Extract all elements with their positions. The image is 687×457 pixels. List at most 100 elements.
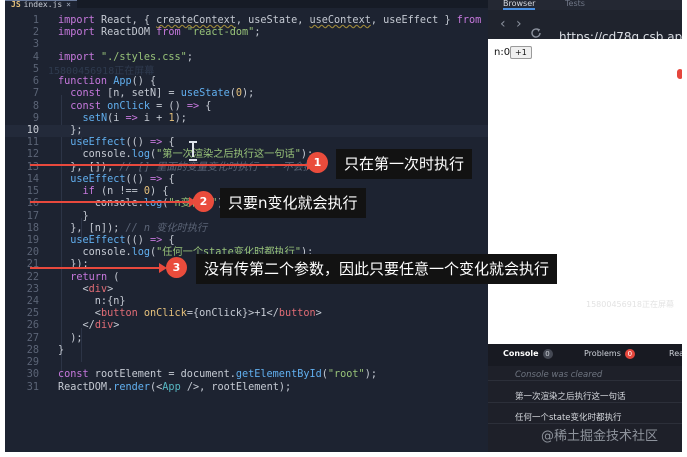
code-text: useEffect(() => {: [70, 234, 175, 246]
annotation-badge-2: 2: [193, 191, 214, 212]
tab-console-label: Console: [503, 349, 539, 358]
code-text: console.log("第一次渲染之后执行这一句话");: [58, 149, 314, 161]
console-tab-bar: Console 0 Problems 0 Rea: [488, 344, 682, 366]
tab-tests[interactable]: Tests: [565, 0, 585, 10]
console-count-badge: 0: [542, 349, 553, 359]
code-line[interactable]: 8 const onClick = () => {: [5, 101, 488, 113]
tab-react[interactable]: Rea: [669, 349, 682, 358]
code-text: <div>: [58, 283, 114, 295]
code-line[interactable]: 1 import React, { createContext, useState…: [5, 15, 488, 27]
code-text: };: [58, 124, 83, 136]
code-line[interactable]: 18 }, [n]); // n 变化时执行: [5, 223, 488, 235]
code-line[interactable]: 23 <div>: [5, 284, 488, 296]
line-number: 4: [32, 51, 39, 63]
problems-count-badge: 0: [624, 349, 635, 359]
close-tab-icon[interactable]: ×: [66, 1, 71, 8]
line-number: 1: [32, 15, 39, 26]
right-frame-edge: [682, 0, 687, 457]
line-number: 8: [32, 100, 39, 112]
line-number: 17: [26, 210, 39, 222]
line-number: 6: [32, 76, 39, 88]
forward-arrow-icon[interactable]: ›: [516, 17, 522, 31]
annotation-arrow-1: [30, 160, 315, 170]
tab-problems-label: Problems: [584, 349, 621, 358]
console-log-row: 任何一个state变化时都执行: [488, 411, 682, 424]
code-text: import "./styles.css";: [58, 51, 193, 63]
line-number: 11: [26, 137, 39, 149]
tab-problems[interactable]: Problems 0: [584, 349, 635, 359]
code-line[interactable]: 5: [5, 64, 488, 76]
javascript-file-icon: JS: [11, 0, 21, 8]
code-line[interactable]: 28}: [5, 345, 488, 357]
line-number: 10: [26, 124, 39, 136]
line-number: 22: [26, 271, 39, 283]
code-line[interactable]: 27 );: [5, 333, 488, 345]
line-number: 21: [26, 259, 39, 271]
code-text: }, [n]); // n 变化时执行: [58, 222, 208, 234]
code-text: );: [58, 332, 83, 344]
code-line[interactable]: 31 ReactDOM.render(<App />, rootElement);: [5, 382, 488, 394]
line-number: 15: [26, 186, 39, 198]
annotation-note-2: 只要n变化就会执行: [220, 188, 366, 218]
code-editor[interactable]: JS index.js × 15800456918正在屏幕 1 import Reac…: [5, 0, 488, 452]
line-number: 2: [32, 27, 39, 39]
code-line[interactable]: 7 const [n, setN] = useState(0);: [5, 88, 488, 100]
code-text: });: [58, 259, 89, 271]
line-number: 3: [32, 39, 39, 51]
code-line[interactable]: 11 useEffect(() => {: [5, 137, 488, 149]
browser-tab-bar: Browser Tests: [488, 0, 682, 10]
annotation-badge-3: 3: [166, 257, 187, 278]
code-line[interactable]: 19 useEffect(() => {: [5, 235, 488, 247]
file-tab-index-js[interactable]: JS index.js ×: [5, 0, 77, 8]
tab-console[interactable]: Console 0: [503, 349, 553, 359]
site-watermark: @稀土掘金技术社区: [541, 429, 659, 444]
line-number: 30: [26, 369, 39, 381]
line-number: 18: [26, 222, 39, 234]
file-tab-label: index.js: [23, 0, 63, 8]
console-cleared-message: Console was cleared: [488, 370, 682, 381]
line-number: 9: [32, 112, 39, 124]
line-number: 26: [26, 320, 39, 332]
line-number: 20: [26, 247, 39, 259]
line-number: 29: [26, 357, 39, 369]
browser-pane: Browser Tests ‹ › https://cd78q.csb.app/…: [488, 0, 682, 452]
annotation-badge-1: 1: [307, 152, 328, 173]
code-text: }: [58, 210, 89, 222]
line-number: 24: [26, 296, 39, 308]
tab-browser[interactable]: Browser: [503, 0, 536, 10]
code-line[interactable]: 25 <button onClick={onClick}>+1</button>: [5, 308, 488, 320]
url-bar: ‹ › https://cd78q.csb.app/: [488, 10, 682, 44]
annotation-arrow-2: [30, 197, 197, 207]
code-line[interactable]: 2 import ReactDOM from "react-dom";: [5, 27, 488, 39]
line-number: 19: [26, 234, 39, 246]
line-number: 23: [26, 283, 39, 295]
reload-icon[interactable]: [530, 27, 542, 39]
line-number: 28: [26, 344, 39, 356]
line-number: 25: [26, 308, 39, 320]
code-line[interactable]: 6 function App() {: [5, 76, 488, 88]
code-line[interactable]: 30 const rootElement = document.getElemen…: [5, 369, 488, 381]
code-line[interactable]: 26 </div>: [5, 320, 488, 332]
code-line[interactable]: 10 };: [5, 124, 488, 138]
back-arrow-icon[interactable]: ‹: [500, 17, 506, 31]
line-number: 31: [26, 381, 39, 393]
code-text: <button onClick={onClick}>+1</button>: [58, 308, 322, 320]
code-line[interactable]: 24 n:{n}: [5, 296, 488, 308]
code-text: return (: [70, 271, 120, 283]
console-log-row: 第一次渲染之后执行这一句话: [488, 390, 682, 403]
code-line[interactable]: 4 import "./styles.css";: [5, 52, 488, 64]
line-number: 7: [32, 88, 39, 100]
annotation-arrow-3: [30, 263, 167, 273]
line-number: 27: [26, 332, 39, 344]
code-line[interactable]: 9 setN(i => i + 1);: [5, 113, 488, 125]
preview-watermark: 15800456918正在屏幕: [586, 300, 674, 309]
increment-button[interactable]: +1: [510, 46, 532, 59]
code-line[interactable]: 29: [5, 357, 488, 369]
code-text: function App() {: [58, 76, 157, 88]
code-text: setN(i => i + 1);: [82, 112, 187, 124]
code-text: n:{n}: [58, 296, 126, 308]
annotation-note-1: 只在第一次时执行: [336, 149, 473, 179]
editor-tab-bar: JS index.js ×: [5, 0, 488, 8]
counter-text: n:0: [494, 47, 511, 58]
code-line[interactable]: 3: [5, 39, 488, 51]
